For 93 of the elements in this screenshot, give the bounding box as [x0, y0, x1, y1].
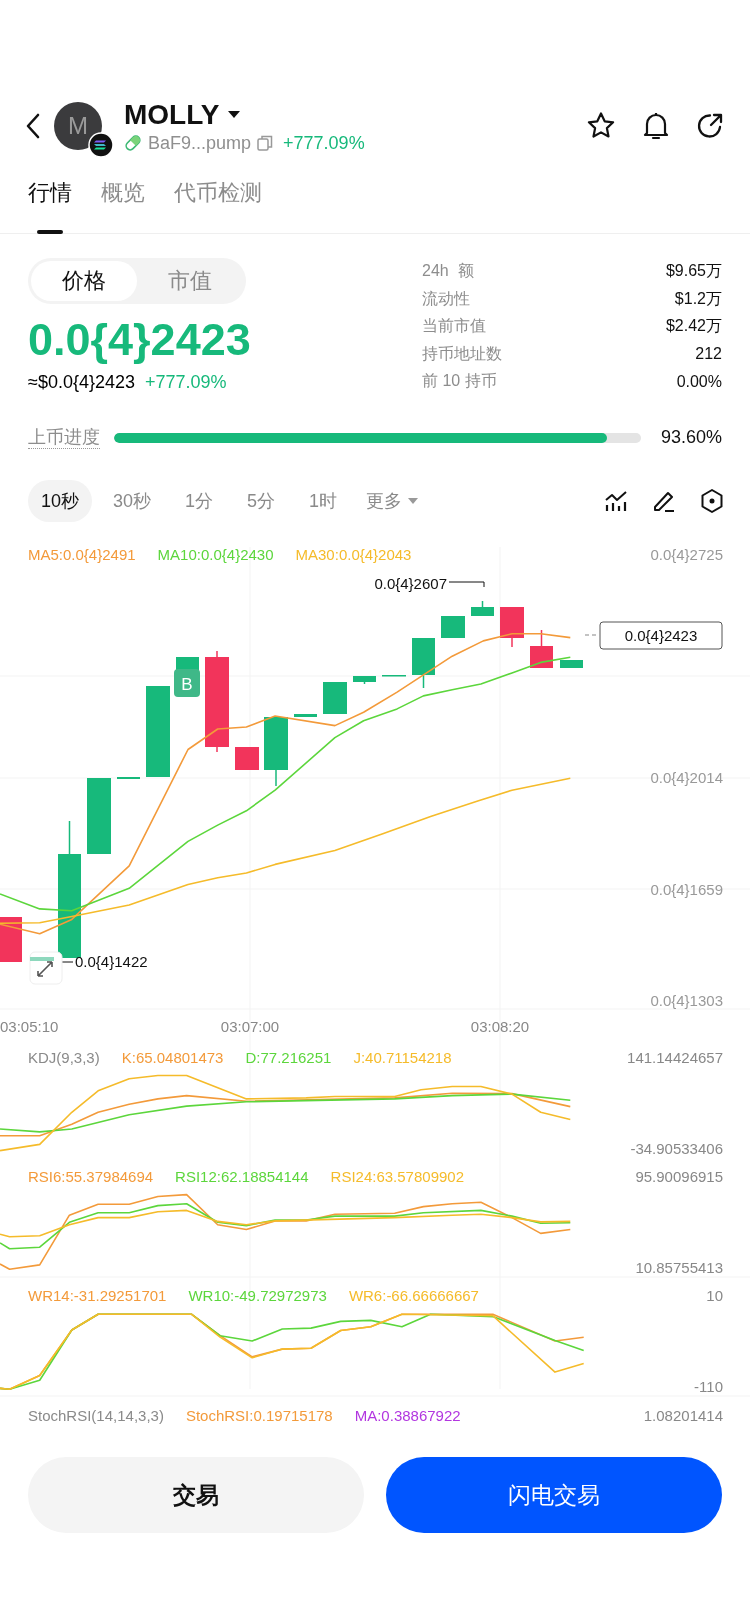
axis-label: 1.08201414 — [643, 1407, 723, 1424]
time-label: 03:05:10 — [0, 1018, 59, 1035]
legend-value: MA10:0.0{4}2430 — [157, 546, 274, 563]
axis-label: 0.0{4}1659 — [650, 881, 723, 898]
stat-label: 前 10 持币 — [422, 371, 498, 392]
caret-down-icon — [408, 497, 419, 505]
candle — [471, 600, 494, 616]
tab[interactable]: 概览 — [101, 180, 145, 234]
price-line — [584, 634, 599, 636]
tab[interactable]: 行情 — [28, 180, 72, 234]
price-change: +777.09% — [283, 132, 365, 154]
settings-icon[interactable] — [700, 488, 724, 514]
stat-value: $9.65万 — [665, 261, 722, 282]
star-icon[interactable] — [586, 111, 616, 141]
tab[interactable]: 代币检测 — [174, 180, 262, 234]
chain-badge-icon — [88, 132, 114, 158]
progress-reading: 93.60% — [660, 427, 722, 448]
axis-label: 0.0{4}2725 — [650, 546, 723, 563]
price-value: 0.0{4}2423 — [28, 313, 252, 367]
candle — [235, 747, 259, 770]
stat-value: $2.42万 — [665, 316, 722, 337]
legend-value: RSI24:63.57809902 — [330, 1168, 464, 1185]
high-price-label: 0.0{4}2607 — [374, 575, 447, 592]
caret-down-icon[interactable] — [227, 110, 242, 119]
contract-address: BaF9...pump — [148, 132, 252, 154]
legend-value: WR14:-31.29251701 — [28, 1287, 167, 1304]
time-label: 03:08:20 — [470, 1018, 530, 1035]
toggle-option[interactable]: 市值 — [137, 261, 243, 301]
back-icon[interactable] — [26, 113, 40, 139]
bell-icon[interactable] — [642, 111, 670, 141]
copy-icon[interactable] — [257, 135, 274, 151]
candle — [353, 676, 376, 685]
candle — [264, 717, 288, 787]
progress-label: 上币进度 — [28, 426, 100, 449]
legend-value: MA30:0.0{4}2043 — [295, 546, 412, 563]
pill-icon — [124, 134, 142, 152]
price-change: +777.09% — [145, 372, 227, 393]
candle — [412, 638, 435, 689]
axis-label: -34.90533406 — [630, 1140, 723, 1157]
legend-value: WR10:-49.72972973 — [188, 1287, 327, 1304]
legend-value: J:40.71154218 — [353, 1049, 452, 1066]
current-price-tag: 0.0{4}2423 — [599, 621, 723, 650]
axis-label: 10.85755413 — [635, 1259, 723, 1276]
buy-marker: B — [174, 669, 200, 697]
indicator-name: StochRSI(14,14,3,3) — [28, 1407, 164, 1424]
share-icon[interactable] — [696, 112, 724, 140]
candle — [323, 682, 347, 714]
toggle-option[interactable]: 价格 — [31, 261, 137, 301]
flash-trade-button[interactable]: 闪电交易 — [386, 1457, 722, 1533]
candle — [500, 607, 524, 648]
indicator-name: KDJ(9,3,3) — [28, 1049, 100, 1066]
timeframe-tab[interactable]: 1时 — [296, 480, 351, 522]
stat-label: 持币地址数 — [422, 343, 503, 364]
axis-label: 0.0{4}1303 — [650, 992, 723, 1009]
legend-value: WR6:-66.66666667 — [348, 1287, 479, 1304]
axis-label: -110 — [694, 1378, 723, 1395]
token-title[interactable]: MOLLY — [124, 98, 220, 131]
stat-label: 流动性 — [422, 288, 471, 309]
candle — [560, 660, 583, 668]
stat-label: 当前市值 — [422, 316, 487, 337]
axis-label: 0.0{4}2014 — [650, 769, 723, 786]
more-dropdown[interactable]: 更多 — [358, 480, 427, 522]
legend-value: MA:0.38867922 — [354, 1407, 461, 1424]
axis-label: 141.14424657 — [627, 1049, 723, 1066]
leader-line — [448, 581, 485, 588]
usd-price: ≈$0.0{4}2423 — [28, 372, 135, 393]
stat-value: $1.2万 — [673, 288, 722, 309]
edit-icon[interactable] — [652, 489, 676, 513]
low-price-label: 0.0{4}1422 — [75, 953, 148, 970]
legend-value: RSI6:55.37984694 — [28, 1168, 154, 1185]
time-label: 03:07:00 — [220, 1018, 280, 1035]
legend-value: StochRSI:0.19715178 — [185, 1407, 333, 1424]
indicator-icon[interactable] — [604, 490, 628, 512]
legend-value: D:77.216251 — [245, 1049, 332, 1066]
axis-label: 10 — [706, 1287, 723, 1304]
axis-label: 95.90096915 — [635, 1168, 723, 1185]
stat-label: 24h 额 — [422, 261, 475, 282]
trade-button[interactable]: 交易 — [28, 1457, 364, 1533]
candle — [0, 917, 22, 962]
token-avatar: M — [54, 102, 102, 150]
candle — [294, 714, 317, 717]
expand-icon[interactable] — [29, 951, 63, 985]
stat-value: 212 — [694, 345, 722, 364]
timeframe-tab[interactable]: 10秒 — [28, 480, 93, 522]
stat-value: 0.00% — [675, 372, 722, 391]
candle — [441, 616, 465, 638]
timeframe-tab[interactable]: 1分 — [172, 480, 227, 522]
timeframe-tab[interactable]: 5分 — [234, 480, 289, 522]
legend-value: MA5:0.0{4}2491 — [28, 546, 136, 563]
candle — [530, 629, 553, 668]
legend-value: K:65.04801473 — [121, 1049, 224, 1066]
legend-value: RSI12:62.18854144 — [175, 1168, 309, 1185]
timeframe-tab[interactable]: 30秒 — [100, 480, 165, 522]
